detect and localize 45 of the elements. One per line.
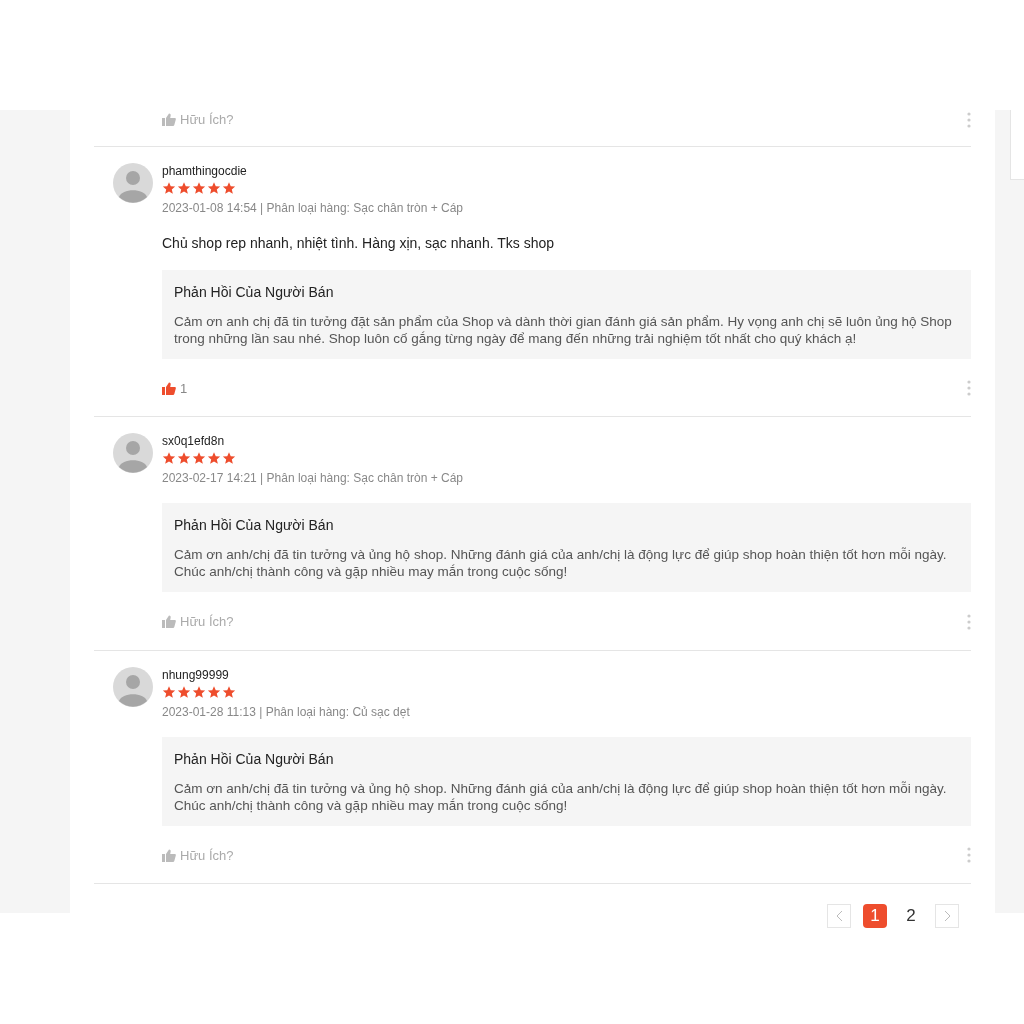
previous-page-button[interactable]	[827, 904, 851, 928]
chevron-left-icon	[835, 910, 843, 922]
review-comment: Chủ shop rep nhanh, nhiệt tình. Hàng xịn, sạc nhanh. Tks shop	[162, 233, 555, 253]
reply-title: Phản Hồi Của Người Bán	[174, 516, 335, 535]
more-options-icon[interactable]	[967, 847, 971, 864]
helpful-button[interactable]: Hữu Ích?	[162, 845, 234, 865]
star-icon	[207, 180, 221, 195]
review-meta: 2023-01-08 14:54 | Phân loại hàng: Sạc chân tròn + Cáp	[162, 199, 464, 217]
star-icon	[192, 684, 206, 699]
star-icon	[222, 180, 236, 195]
avatar	[113, 162, 153, 203]
star-icon	[207, 684, 221, 699]
next-page-button[interactable]	[935, 904, 959, 928]
star-icon	[177, 451, 191, 465]
star-icon	[162, 684, 176, 699]
star-icon	[207, 451, 221, 465]
username: sx0q1efd8n	[162, 433, 226, 449]
star-icon	[222, 684, 236, 699]
review-meta: 2023-02-17 14:21 | Phân loại hàng: Sạc chân tròn + Cáp	[162, 470, 464, 487]
helpful-button[interactable]: Hữu Ích?	[162, 110, 234, 130]
username: nhung99999	[162, 666, 230, 683]
page-button[interactable]: 1	[863, 904, 887, 928]
more-options-icon[interactable]	[967, 111, 971, 128]
reply-text: Cảm ơn anh chị đã tin tưởng đặt sản phẩm của Shop và dành thời gian đánh giá sản phẩm. Hy vọng anh chị sẽ luôn ủng hộ Shop trong những lần sau nhé. Shop luôn cố gắng từng ngày để mang đến những trải nghiệm tốt nhất cho quý khách ạ!	[174, 312, 953, 347]
review-meta: 2023-01-28 11:13 | Phân loại hàng: Củ sạc dẹt	[162, 703, 411, 721]
star-icon	[162, 451, 176, 465]
star-icon	[162, 180, 176, 195]
reply-title: Phản Hồi Của Người Bán	[174, 282, 335, 302]
page-button[interactable]: 2	[899, 904, 923, 928]
reply-text: Cảm ơn anh/chị đã tin tưởng và ủng hộ shop. Những đánh giá của anh/chị là động lực để giúp shop hoàn thiện tốt hơn mỗi ngày. Chúc anh/chị thành công và gặp nhiều may mắn trong cuộc sống!	[174, 779, 948, 814]
reply-text: Cảm ơn anh/chị đã tin tưởng và ủng hộ shop. Những đánh giá của anh/chị là động lực để giúp shop hoàn thiện tốt hơn mỗi ngày. Chúc anh/chị thành công và gặp nhiều may mắn trong cuộc sống!	[174, 546, 948, 580]
star-icon	[177, 684, 191, 699]
more-options-icon[interactable]	[967, 380, 971, 397]
avatar	[113, 433, 153, 473]
star-icon	[177, 180, 191, 195]
helpful-button[interactable]: Hữu Ích?	[162, 612, 234, 632]
chevron-right-icon	[943, 910, 951, 922]
star-icon	[222, 451, 236, 465]
star-icon	[192, 451, 206, 465]
avatar	[113, 666, 153, 707]
more-options-icon[interactable]	[967, 613, 971, 630]
reply-title: Phản Hồi Của Người Bán	[174, 749, 335, 769]
helpful-button[interactable]: 1	[162, 378, 188, 398]
username: phamthingocdie	[162, 162, 248, 179]
star-icon	[192, 180, 206, 195]
